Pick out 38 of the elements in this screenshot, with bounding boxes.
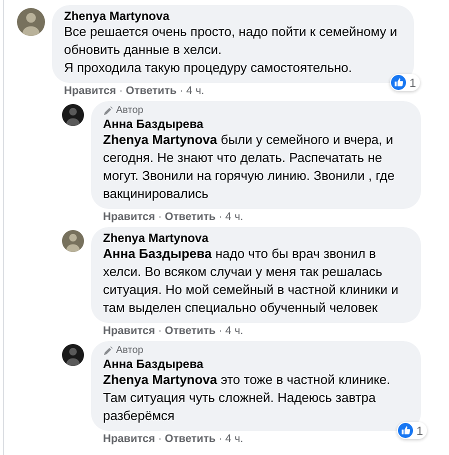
avatar[interactable]	[62, 104, 84, 126]
separator-dot: ·	[158, 211, 162, 224]
comment-author[interactable]: Анна Баздырева	[103, 357, 409, 371]
action-link[interactable]: Нравится	[103, 211, 156, 224]
comment-text: Анна Баздырева надо что бы врач звонил в хелси. Во всяком случаи у меня так решалась ситуация. Но мой семейный в частной клиники и там выделен специально обученный человек	[103, 245, 400, 317]
separator-dot: ·	[119, 85, 123, 98]
reaction-count[interactable]: 1	[390, 74, 420, 91]
author-label: Автор	[116, 345, 144, 357]
separator-dot: ·	[180, 85, 184, 98]
action-link[interactable]: Ответить	[164, 211, 216, 224]
like-icon	[398, 423, 414, 438]
author-label: Автор	[116, 105, 144, 117]
action-link[interactable]: Ответить	[164, 325, 216, 338]
comment-text: Zhenya Martynova были у семейного и вчера, и сегодня. Не знают что делать. Распечатать не могут. Звонили на горячую линию. Звонили , где вакцинировались	[103, 131, 396, 203]
action-link[interactable]: Ответить	[164, 433, 216, 446]
comment-author[interactable]: Zhenya Martynova	[103, 231, 409, 245]
comment-text: Zhenya Martynova это тоже в частной клинике. Там ситуация чуть сложней. Надеюсь завтра разберёмся	[103, 371, 392, 425]
comment-time[interactable]: 4 ч.	[225, 325, 244, 338]
comment-time[interactable]: 4 ч.	[225, 433, 244, 446]
comment-time[interactable]: 4 ч.	[186, 85, 204, 98]
separator-dot: ·	[218, 325, 222, 338]
separator-dot: ·	[218, 433, 222, 446]
comment-author[interactable]: Zhenya Martynova	[64, 9, 402, 23]
separator-dot: ·	[218, 211, 222, 224]
like-icon	[391, 75, 406, 90]
avatar[interactable]	[62, 344, 84, 366]
comment-time[interactable]: 4 ч.	[225, 211, 244, 224]
separator-dot: ·	[158, 325, 162, 338]
pencil-icon	[103, 106, 113, 116]
comment-author[interactable]: Анна Баздырева	[103, 117, 409, 131]
action-link[interactable]: Нравится	[64, 85, 116, 98]
action-link[interactable]: Нравится	[103, 433, 156, 446]
reaction-count[interactable]: 1	[397, 422, 427, 439]
action-link[interactable]: Ответить	[126, 85, 177, 98]
pencil-icon	[103, 346, 113, 356]
separator-dot: ·	[158, 433, 162, 446]
comment-text: Все решается очень просто, надо пойти к семейному и обновить данные в хелси. Я проходила такую процедуру самостоятельно.	[64, 23, 398, 77]
action-link[interactable]: Нравится	[103, 325, 156, 338]
